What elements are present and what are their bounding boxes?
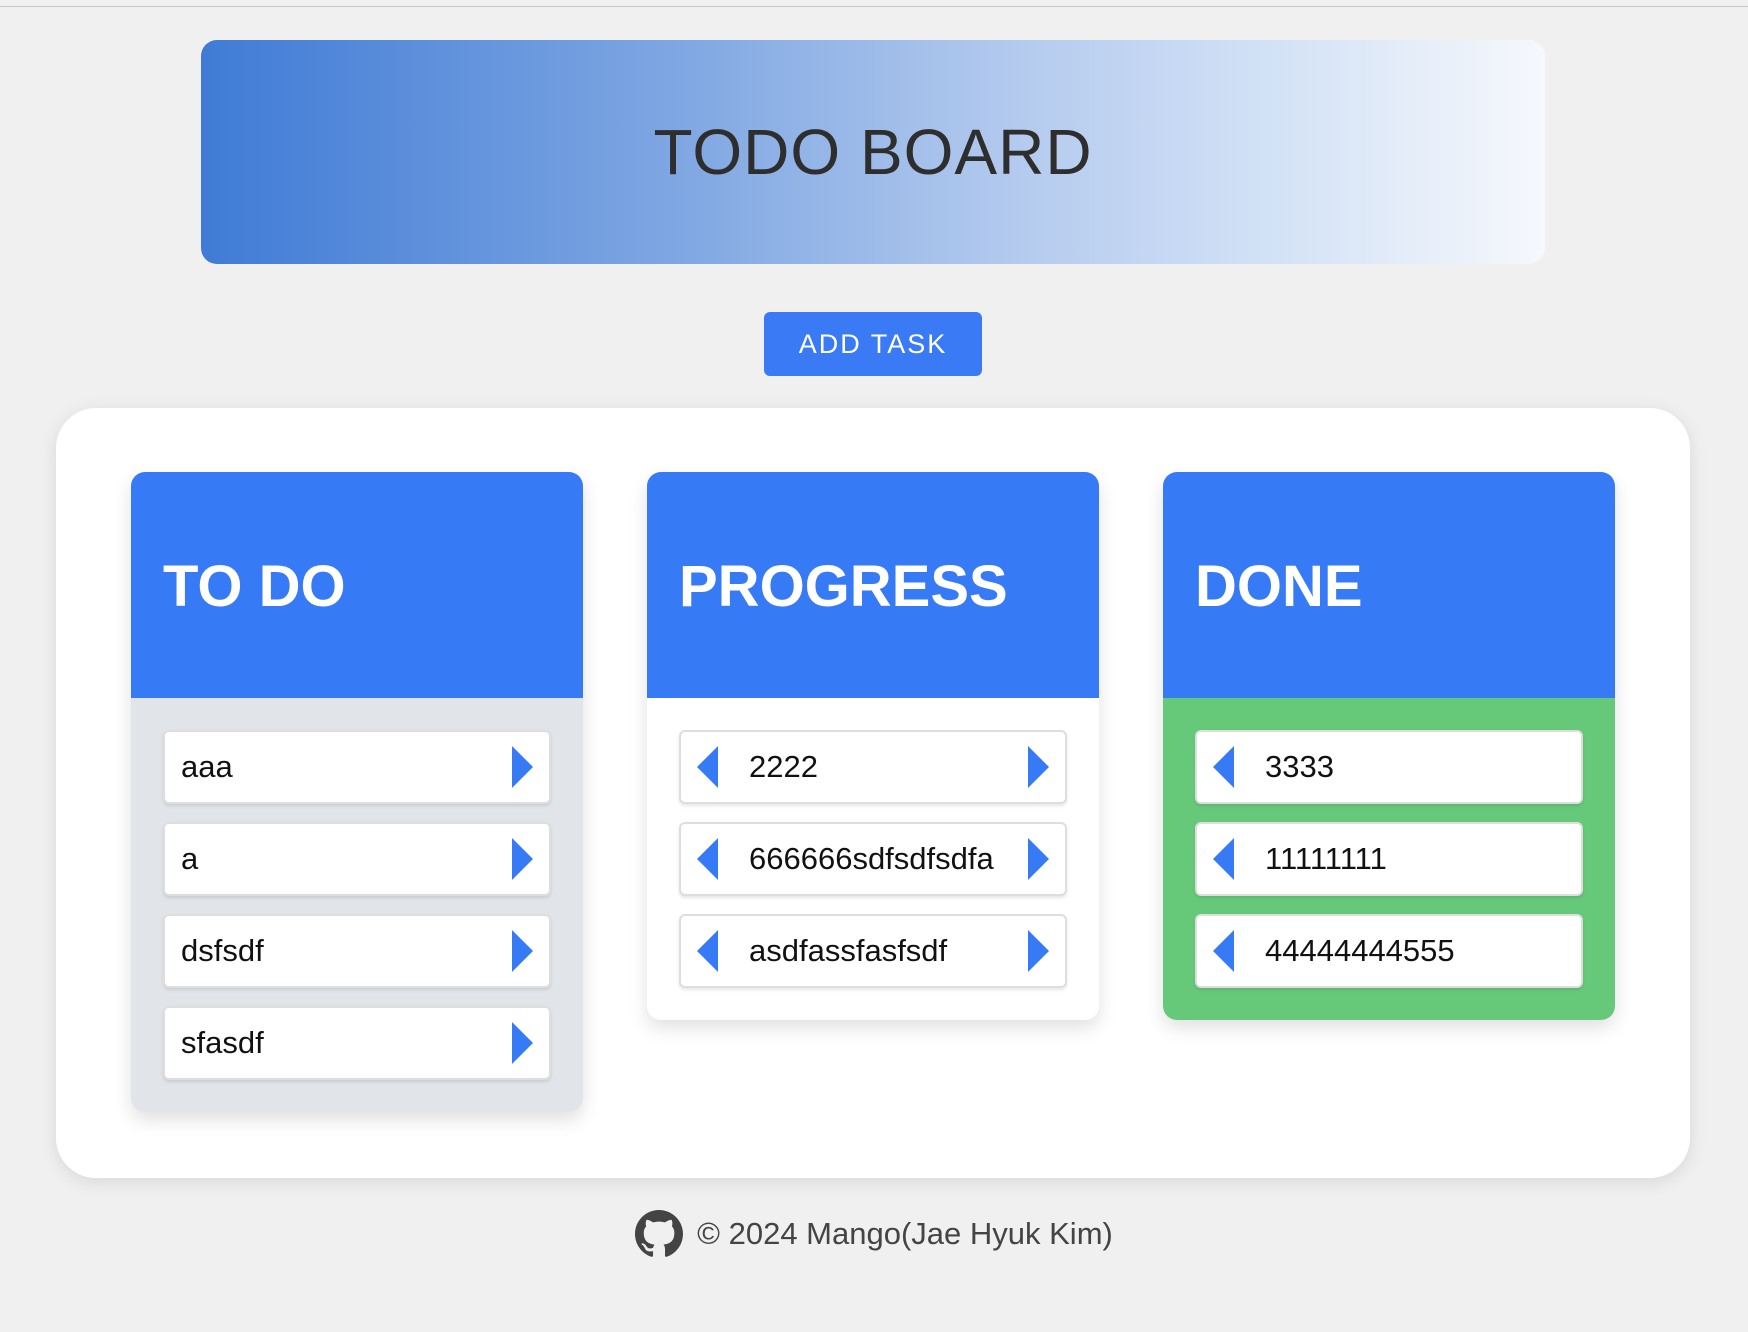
move-right-icon[interactable]	[512, 838, 533, 880]
task-card[interactable]: 44444444555	[1195, 914, 1583, 988]
footer: © 2024 Mango(Jae Hyuk Kim)	[0, 1210, 1748, 1258]
move-left-icon[interactable]	[1213, 746, 1234, 788]
task-text: a	[181, 841, 199, 876]
task-card[interactable]: 2222	[679, 730, 1067, 804]
column-body: 2222 666666sdfsdfsdfa asdfassfasfsdf	[647, 698, 1099, 1020]
task-card[interactable]: sfasdf	[163, 1006, 551, 1080]
add-task-button[interactable]: ADD TASK	[764, 312, 982, 376]
move-right-icon[interactable]	[512, 746, 533, 788]
move-right-icon[interactable]	[512, 930, 533, 972]
task-card[interactable]: dsfsdf	[163, 914, 551, 988]
task-card[interactable]: 666666sdfsdfsdfa	[679, 822, 1067, 896]
task-card[interactable]: 3333	[1195, 730, 1583, 804]
column-progress: PROGRESS 2222 666666sdfsdfsdfa asdfassfa…	[647, 472, 1099, 1020]
task-card[interactable]: 11111111	[1195, 822, 1583, 896]
move-left-icon[interactable]	[1213, 838, 1234, 880]
column-title: TO DO	[163, 553, 346, 619]
task-text: 2222	[749, 749, 818, 784]
task-text: dsfsdf	[181, 933, 264, 968]
move-left-icon[interactable]	[697, 746, 718, 788]
github-icon[interactable]	[635, 1210, 684, 1258]
copyright-text: © 2024 Mango(Jae Hyuk Kim)	[697, 1216, 1113, 1251]
column-title: PROGRESS	[679, 553, 1008, 619]
column-body: 3333 11111111 44444444555	[1163, 698, 1615, 1020]
top-divider	[0, 0, 1748, 7]
board: TO DO aaa a dsfsdf sfasdf PROGRESS 2222 …	[56, 408, 1690, 1178]
task-text: 44444444555	[1265, 933, 1455, 968]
task-text: 3333	[1265, 749, 1334, 784]
move-left-icon[interactable]	[697, 838, 718, 880]
task-card[interactable]: asdfassfasfsdf	[679, 914, 1067, 988]
column-title: DONE	[1195, 553, 1363, 619]
task-text: 11111111	[1265, 841, 1387, 876]
column-header: PROGRESS	[647, 472, 1099, 698]
column-body: aaa a dsfsdf sfasdf	[131, 698, 583, 1112]
column-todo: TO DO aaa a dsfsdf sfasdf	[131, 472, 583, 1112]
column-header: TO DO	[131, 472, 583, 698]
header-banner: TODO BOARD	[201, 40, 1545, 264]
page-title: TODO BOARD	[653, 116, 1093, 188]
column-done: DONE 3333 11111111 44444444555	[1163, 472, 1615, 1020]
column-header: DONE	[1163, 472, 1615, 698]
move-right-icon[interactable]	[1028, 838, 1049, 880]
move-right-icon[interactable]	[512, 1022, 533, 1064]
move-left-icon[interactable]	[1213, 930, 1234, 972]
move-right-icon[interactable]	[1028, 930, 1049, 972]
move-right-icon[interactable]	[1028, 746, 1049, 788]
task-text: 666666sdfsdfsdfa	[749, 841, 994, 876]
task-text: asdfassfasfsdf	[749, 933, 948, 968]
move-left-icon[interactable]	[697, 930, 718, 972]
task-card[interactable]: a	[163, 822, 551, 896]
task-card[interactable]: aaa	[163, 730, 551, 804]
task-text: aaa	[181, 749, 233, 784]
task-text: sfasdf	[181, 1025, 264, 1060]
